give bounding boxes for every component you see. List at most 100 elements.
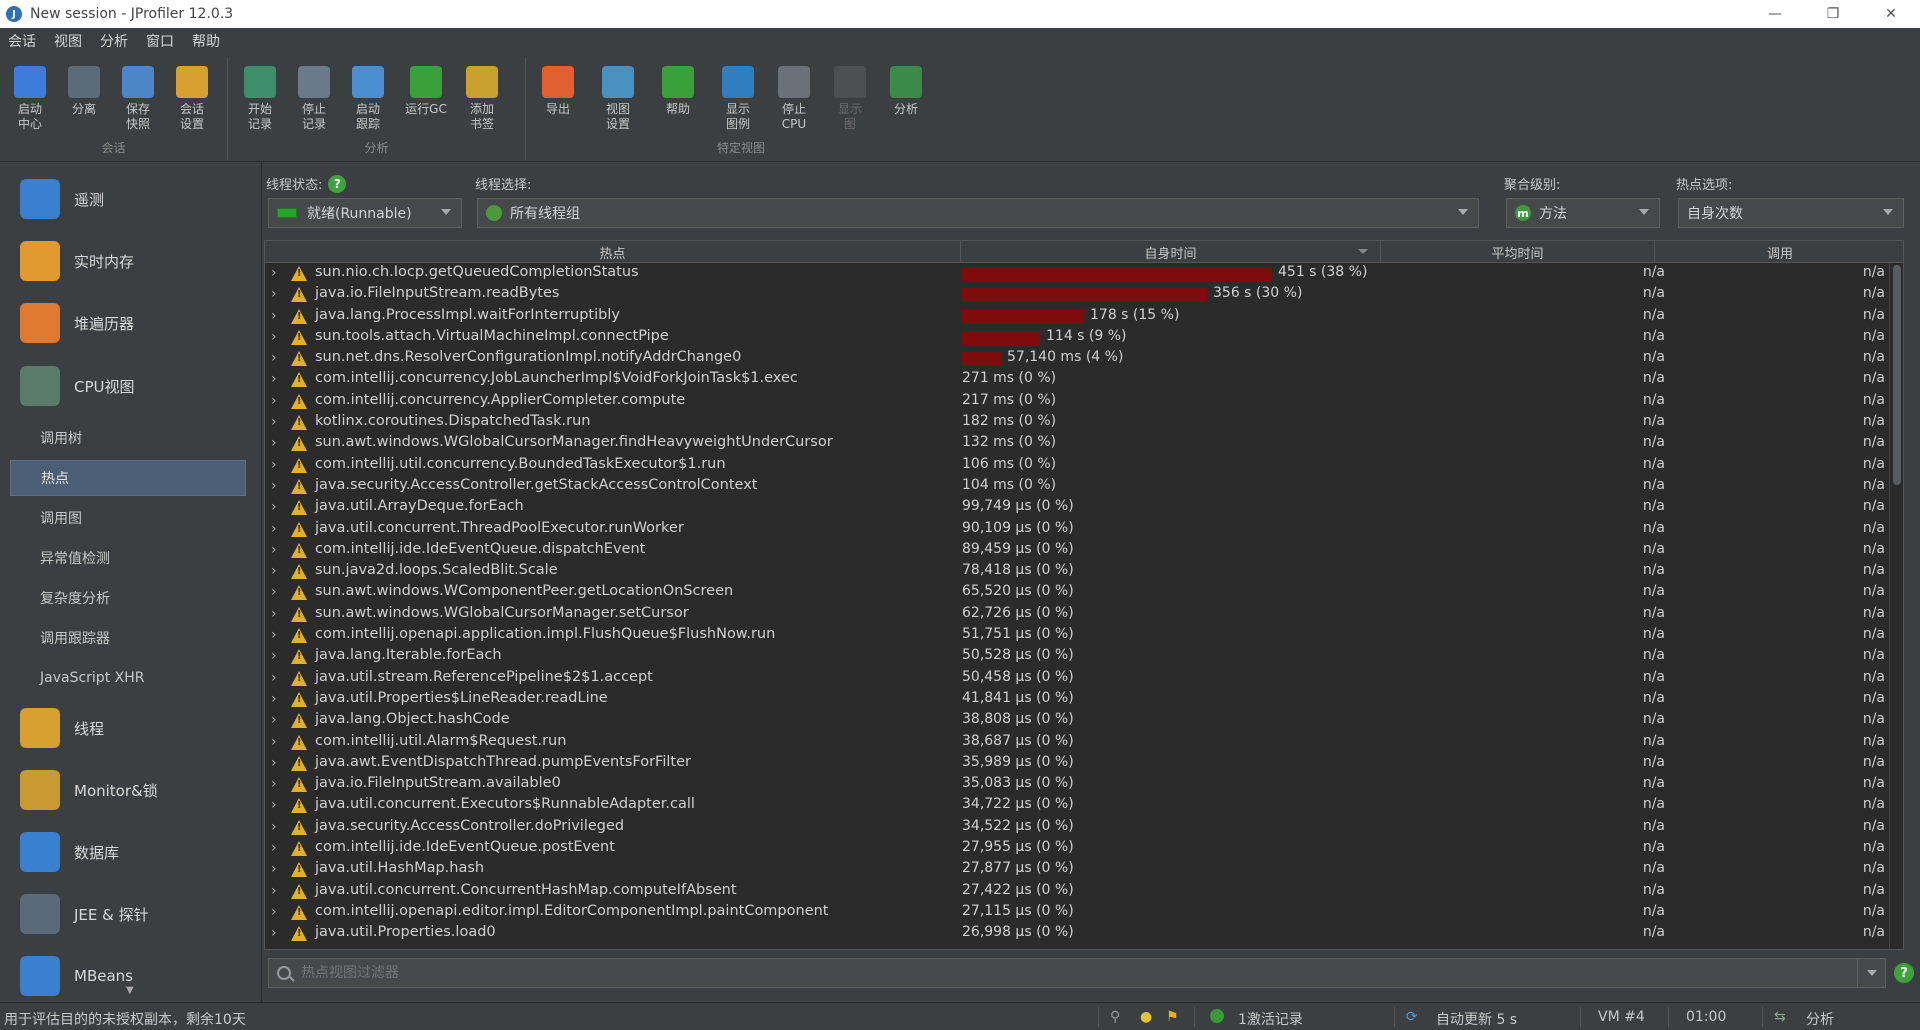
export-button[interactable]: 导出 xyxy=(532,60,584,138)
expand-chevron-icon[interactable]: › xyxy=(271,584,277,600)
sidebar-subitem-call-tracer[interactable]: 调用跟踪器 xyxy=(10,620,246,656)
table-row[interactable]: › java.util.concurrent.Executors$Runnable… xyxy=(265,795,1903,816)
session-settings-button[interactable]: 会话 设置 xyxy=(166,60,218,138)
table-row[interactable]: › java.util.Properties$LineReader.readLin… xyxy=(265,689,1903,710)
flag-icon[interactable]: ⚑ xyxy=(1166,1009,1179,1025)
table-row[interactable]: › sun.tools.attach.VirtualMachineImpl.con… xyxy=(265,327,1903,348)
add-bookmark-button[interactable]: 添加 书签 xyxy=(456,60,508,138)
sidebar-item-cpu-views[interactable]: CPU视图 xyxy=(0,355,261,417)
thread-select[interactable]: 所有线程组 xyxy=(477,198,1479,228)
column-header-hotspot[interactable]: 热点 xyxy=(265,241,961,263)
expand-chevron-icon[interactable]: › xyxy=(271,883,277,899)
table-row[interactable]: › com.intellij.openapi.editor.impl.Editor… xyxy=(265,902,1903,923)
sidebar-subitem-call-tree[interactable]: 调用树 xyxy=(10,420,246,456)
filter-options-dropdown[interactable] xyxy=(1857,959,1885,987)
expand-chevron-icon[interactable]: › xyxy=(271,904,277,920)
menu-session[interactable]: 会话 xyxy=(8,31,36,51)
table-row[interactable]: › com.intellij.openapi.application.impl.F… xyxy=(265,625,1903,646)
sidebar-subitem-outlier-detection[interactable]: 异常值检测 xyxy=(10,540,246,576)
table-row[interactable]: › java.security.AccessController.doPrivil… xyxy=(265,817,1903,838)
expand-chevron-icon[interactable]: › xyxy=(271,819,277,835)
auto-update-icon[interactable]: ⟳ xyxy=(1406,1009,1418,1025)
table-row[interactable]: › java.util.HashMap.hash 27,877 µs (0 %) n/… xyxy=(265,859,1903,880)
table-row[interactable]: › java.util.ArrayDeque.forEach 99,749 µs (… xyxy=(265,497,1903,518)
help-icon[interactable]: ? xyxy=(328,174,347,193)
expand-chevron-icon[interactable]: › xyxy=(271,499,277,515)
help-button[interactable]: 帮助 xyxy=(652,60,704,138)
lightbulb-icon[interactable]: ● xyxy=(1140,1009,1152,1025)
expand-chevron-icon[interactable]: › xyxy=(271,521,277,537)
active-recordings[interactable]: 1激活记录 xyxy=(1238,1009,1303,1029)
expand-chevron-icon[interactable]: › xyxy=(271,371,277,387)
table-row[interactable]: › com.intellij.concurrency.JobLauncherImp… xyxy=(265,369,1903,390)
view-settings-button[interactable]: 视图 设置 xyxy=(592,60,644,138)
menu-window[interactable]: 窗口 xyxy=(146,31,174,51)
column-header-calls[interactable]: 调用 xyxy=(1655,241,1903,263)
expand-chevron-icon[interactable]: › xyxy=(271,265,277,281)
expand-chevron-icon[interactable]: › xyxy=(271,648,277,664)
expand-chevron-icon[interactable]: › xyxy=(271,627,277,643)
sidebar-item-telemetry[interactable]: 遥测 xyxy=(0,168,261,230)
expand-chevron-icon[interactable]: › xyxy=(271,542,277,558)
table-row[interactable]: › com.intellij.util.concurrency.BoundedTa… xyxy=(265,455,1903,476)
expand-chevron-icon[interactable]: › xyxy=(271,670,277,686)
show-graph-button[interactable]: 显示 图 xyxy=(824,60,876,138)
table-row[interactable]: › java.io.FileInputStream.available0 35,08… xyxy=(265,774,1903,795)
sidebar-item-live-memory[interactable]: 实时内存 xyxy=(0,230,261,292)
expand-chevron-icon[interactable]: › xyxy=(271,925,277,941)
analyze-button[interactable]: 分析 xyxy=(880,60,932,138)
sidebar-subitem-hot-spots[interactable]: 热点 xyxy=(10,460,246,496)
sidebar-subitem-complexity-analysis[interactable]: 复杂度分析 xyxy=(10,580,246,616)
expand-chevron-icon[interactable]: › xyxy=(271,478,277,494)
table-row[interactable]: › sun.java2d.loops.ScaledBlit.Scale 78,418… xyxy=(265,561,1903,582)
table-row[interactable]: › java.security.AccessController.getStack… xyxy=(265,476,1903,497)
expand-chevron-icon[interactable]: › xyxy=(271,755,277,771)
sidebar-item-threads[interactable]: 线程 xyxy=(0,697,261,759)
pin-icon[interactable]: ⚲ xyxy=(1110,1009,1120,1025)
expand-chevron-icon[interactable]: › xyxy=(271,435,277,451)
column-header-avg-time[interactable]: 平均时间 xyxy=(1381,241,1655,263)
restore-button[interactable]: ❐ xyxy=(1804,0,1862,28)
expand-chevron-icon[interactable]: › xyxy=(271,414,277,430)
sidebar-item-databases[interactable]: 数据库 xyxy=(0,821,261,883)
close-button[interactable]: ✕ xyxy=(1862,0,1920,28)
run-gc-button[interactable]: 运行GC xyxy=(400,60,452,138)
aggregation-select[interactable]: m 方法 xyxy=(1506,198,1660,228)
table-row[interactable]: › java.lang.Object.hashCode 38,808 µs (0 %… xyxy=(265,710,1903,731)
vertical-scrollbar[interactable] xyxy=(1889,263,1903,949)
save-snapshot-button[interactable]: 保存 快照 xyxy=(112,60,164,138)
menu-profiling[interactable]: 分析 xyxy=(100,31,128,51)
recording-indicator[interactable] xyxy=(1210,1009,1224,1025)
table-row[interactable]: › java.util.concurrent.ThreadPoolExecutor… xyxy=(265,519,1903,540)
stop-recording-button[interactable]: 停止 记录 xyxy=(288,60,340,138)
table-row[interactable]: › java.lang.Iterable.forEach 50,528 µs (0 … xyxy=(265,646,1903,667)
start-tracking-button[interactable]: 启动 跟踪 xyxy=(342,60,394,138)
expand-chevron-icon[interactable]: › xyxy=(271,606,277,622)
expand-chevron-icon[interactable]: › xyxy=(271,734,277,750)
hotspot-options-select[interactable]: 自身次数 xyxy=(1678,198,1904,228)
expand-chevron-icon[interactable]: › xyxy=(271,563,277,579)
table-row[interactable]: › kotlinx.coroutines.DispatchedTask.run 18… xyxy=(265,412,1903,433)
show-legend-button[interactable]: 显示 图例 xyxy=(712,60,764,138)
stop-cpu-button[interactable]: 停止 CPU xyxy=(768,60,820,138)
thread-status-select[interactable]: 就绪(Runnable) xyxy=(268,198,462,228)
table-row[interactable]: › java.util.concurrent.ConcurrentHashMap.… xyxy=(265,881,1903,902)
detach-button[interactable]: 分离 xyxy=(58,60,110,138)
expand-chevron-icon[interactable]: › xyxy=(271,691,277,707)
sidebar-subitem-call-graph[interactable]: 调用图 xyxy=(10,500,246,536)
expand-chevron-icon[interactable]: › xyxy=(271,457,277,473)
start-recording-button[interactable]: 开始 记录 xyxy=(234,60,286,138)
table-row[interactable]: › java.util.stream.ReferencePipeline$2$1.… xyxy=(265,668,1903,689)
expand-chevron-icon[interactable]: › xyxy=(271,797,277,813)
start-center-button[interactable]: 启动 中心 xyxy=(4,60,56,138)
sidebar-item-heap-walker[interactable]: 堆遍历器 xyxy=(0,292,261,354)
expand-chevron-icon[interactable]: › xyxy=(271,776,277,792)
minimize-button[interactable]: — xyxy=(1746,0,1804,28)
hotspot-filter-input[interactable] xyxy=(301,965,1821,981)
table-row[interactable]: › sun.net.dns.ResolverConfigurationImpl.n… xyxy=(265,348,1903,369)
expand-chevron-icon[interactable]: › xyxy=(271,350,277,366)
table-row[interactable]: › com.intellij.ide.IdeEventQueue.dispatch… xyxy=(265,540,1903,561)
table-row[interactable]: › com.intellij.util.Alarm$Request.run 38,6… xyxy=(265,732,1903,753)
expand-chevron-icon[interactable]: › xyxy=(271,308,277,324)
sidebar-item-mbeans[interactable]: MBeans xyxy=(0,945,261,1002)
